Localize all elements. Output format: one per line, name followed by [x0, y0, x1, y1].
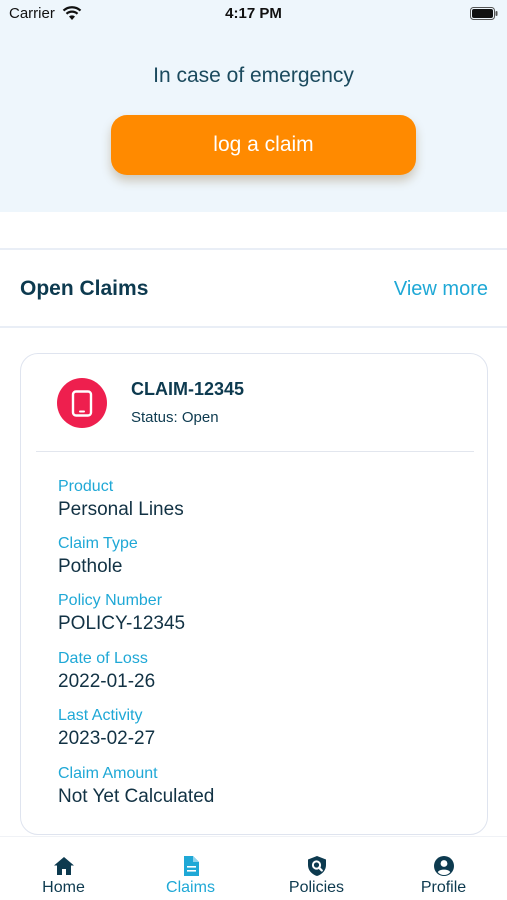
- field-label: Claim Amount: [58, 765, 158, 782]
- open-claims-title: Open Claims: [20, 277, 149, 300]
- emergency-banner: In case of emergency log a claim: [0, 28, 507, 212]
- field-value: Not Yet Calculated: [58, 786, 215, 807]
- field-claim-type: Claim Type Pothole: [58, 534, 138, 580]
- mobile-phone-icon: [71, 390, 93, 417]
- status-bar: Carrier 4:17 PM: [0, 0, 507, 28]
- clock-time: 4:17 PM: [225, 5, 282, 22]
- field-label: Product: [58, 478, 114, 495]
- nav-label: Policies: [288, 879, 345, 896]
- claim-status: Status: Open: [131, 409, 219, 426]
- field-value: 2022-01-26: [58, 671, 156, 692]
- field-label: Last Activity: [58, 707, 143, 724]
- field-policy-number: Policy Number POLICY-12345: [58, 591, 185, 637]
- log-claim-button[interactable]: log a claim: [111, 115, 416, 175]
- home-icon: [53, 857, 74, 875]
- field-claim-amount: Claim Amount Not Yet Calculated: [58, 764, 214, 810]
- card-divider: [36, 451, 474, 452]
- field-label: Date of Loss: [58, 650, 148, 667]
- nav-label: Home: [42, 879, 85, 896]
- claim-avatar: [57, 378, 107, 428]
- nav-label: Profile: [420, 879, 467, 896]
- field-last-activity: Last Activity 2023-02-27: [58, 706, 155, 752]
- field-date-of-loss: Date of Loss 2022-01-26: [58, 649, 155, 695]
- field-product: Product Personal Lines: [58, 477, 184, 523]
- nav-claims[interactable]: Claims: [127, 837, 254, 900]
- section-divider: [0, 326, 507, 328]
- person-icon: [433, 856, 454, 876]
- document-icon: [183, 856, 199, 876]
- field-value: Pothole: [58, 556, 123, 577]
- shield-search-icon: [307, 856, 326, 876]
- nav-policies[interactable]: Policies: [253, 837, 380, 900]
- nav-profile[interactable]: Profile: [380, 837, 507, 900]
- section-divider: [0, 248, 507, 250]
- field-label: Claim Type: [58, 535, 138, 552]
- nav-label: Claims: [166, 879, 215, 896]
- emergency-prompt: In case of emergency: [153, 64, 354, 87]
- field-value: Personal Lines: [58, 499, 184, 520]
- field-value: POLICY-12345: [58, 613, 186, 634]
- battery-icon: [470, 7, 498, 20]
- claim-card[interactable]: CLAIM-12345 Status: Open Product Persona…: [20, 353, 488, 835]
- field-value: 2023-02-27: [58, 728, 156, 749]
- bottom-nav: Home Claims Policies Profile: [0, 836, 507, 900]
- view-more-link[interactable]: View more: [394, 278, 488, 301]
- claim-id: CLAIM-12345: [131, 379, 245, 399]
- nav-home[interactable]: Home: [0, 837, 127, 900]
- field-label: Policy Number: [58, 592, 163, 609]
